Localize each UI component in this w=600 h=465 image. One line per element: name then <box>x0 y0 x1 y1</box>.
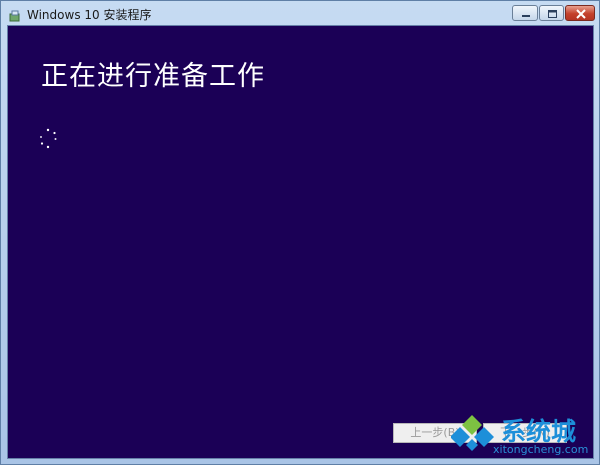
setup-window: Windows 10 安装程序 正在进行准备工作 上一步(B) 下一步(N) 系… <box>0 0 600 465</box>
maximize-icon <box>548 10 557 18</box>
close-button[interactable] <box>565 5 595 21</box>
minimize-button[interactable] <box>512 5 538 21</box>
page-heading: 正在进行准备工作 <box>41 61 265 92</box>
setup-content-area: 正在进行准备工作 上一步(B) 下一步(N) <box>7 25 594 459</box>
title-bar[interactable]: Windows 10 安装程序 <box>1 1 599 25</box>
window-title: Windows 10 安装程序 <box>27 8 152 22</box>
close-icon <box>576 9 586 19</box>
watermark-url: xitongcheng.com <box>493 443 589 456</box>
maximize-button[interactable] <box>539 5 564 21</box>
watermark-logo-icon <box>450 413 497 457</box>
minimize-icon <box>522 15 530 17</box>
loading-spinner-icon <box>36 127 60 151</box>
site-watermark: 系统城 xitongcheng.com <box>450 403 596 463</box>
setup-app-icon <box>9 7 21 22</box>
